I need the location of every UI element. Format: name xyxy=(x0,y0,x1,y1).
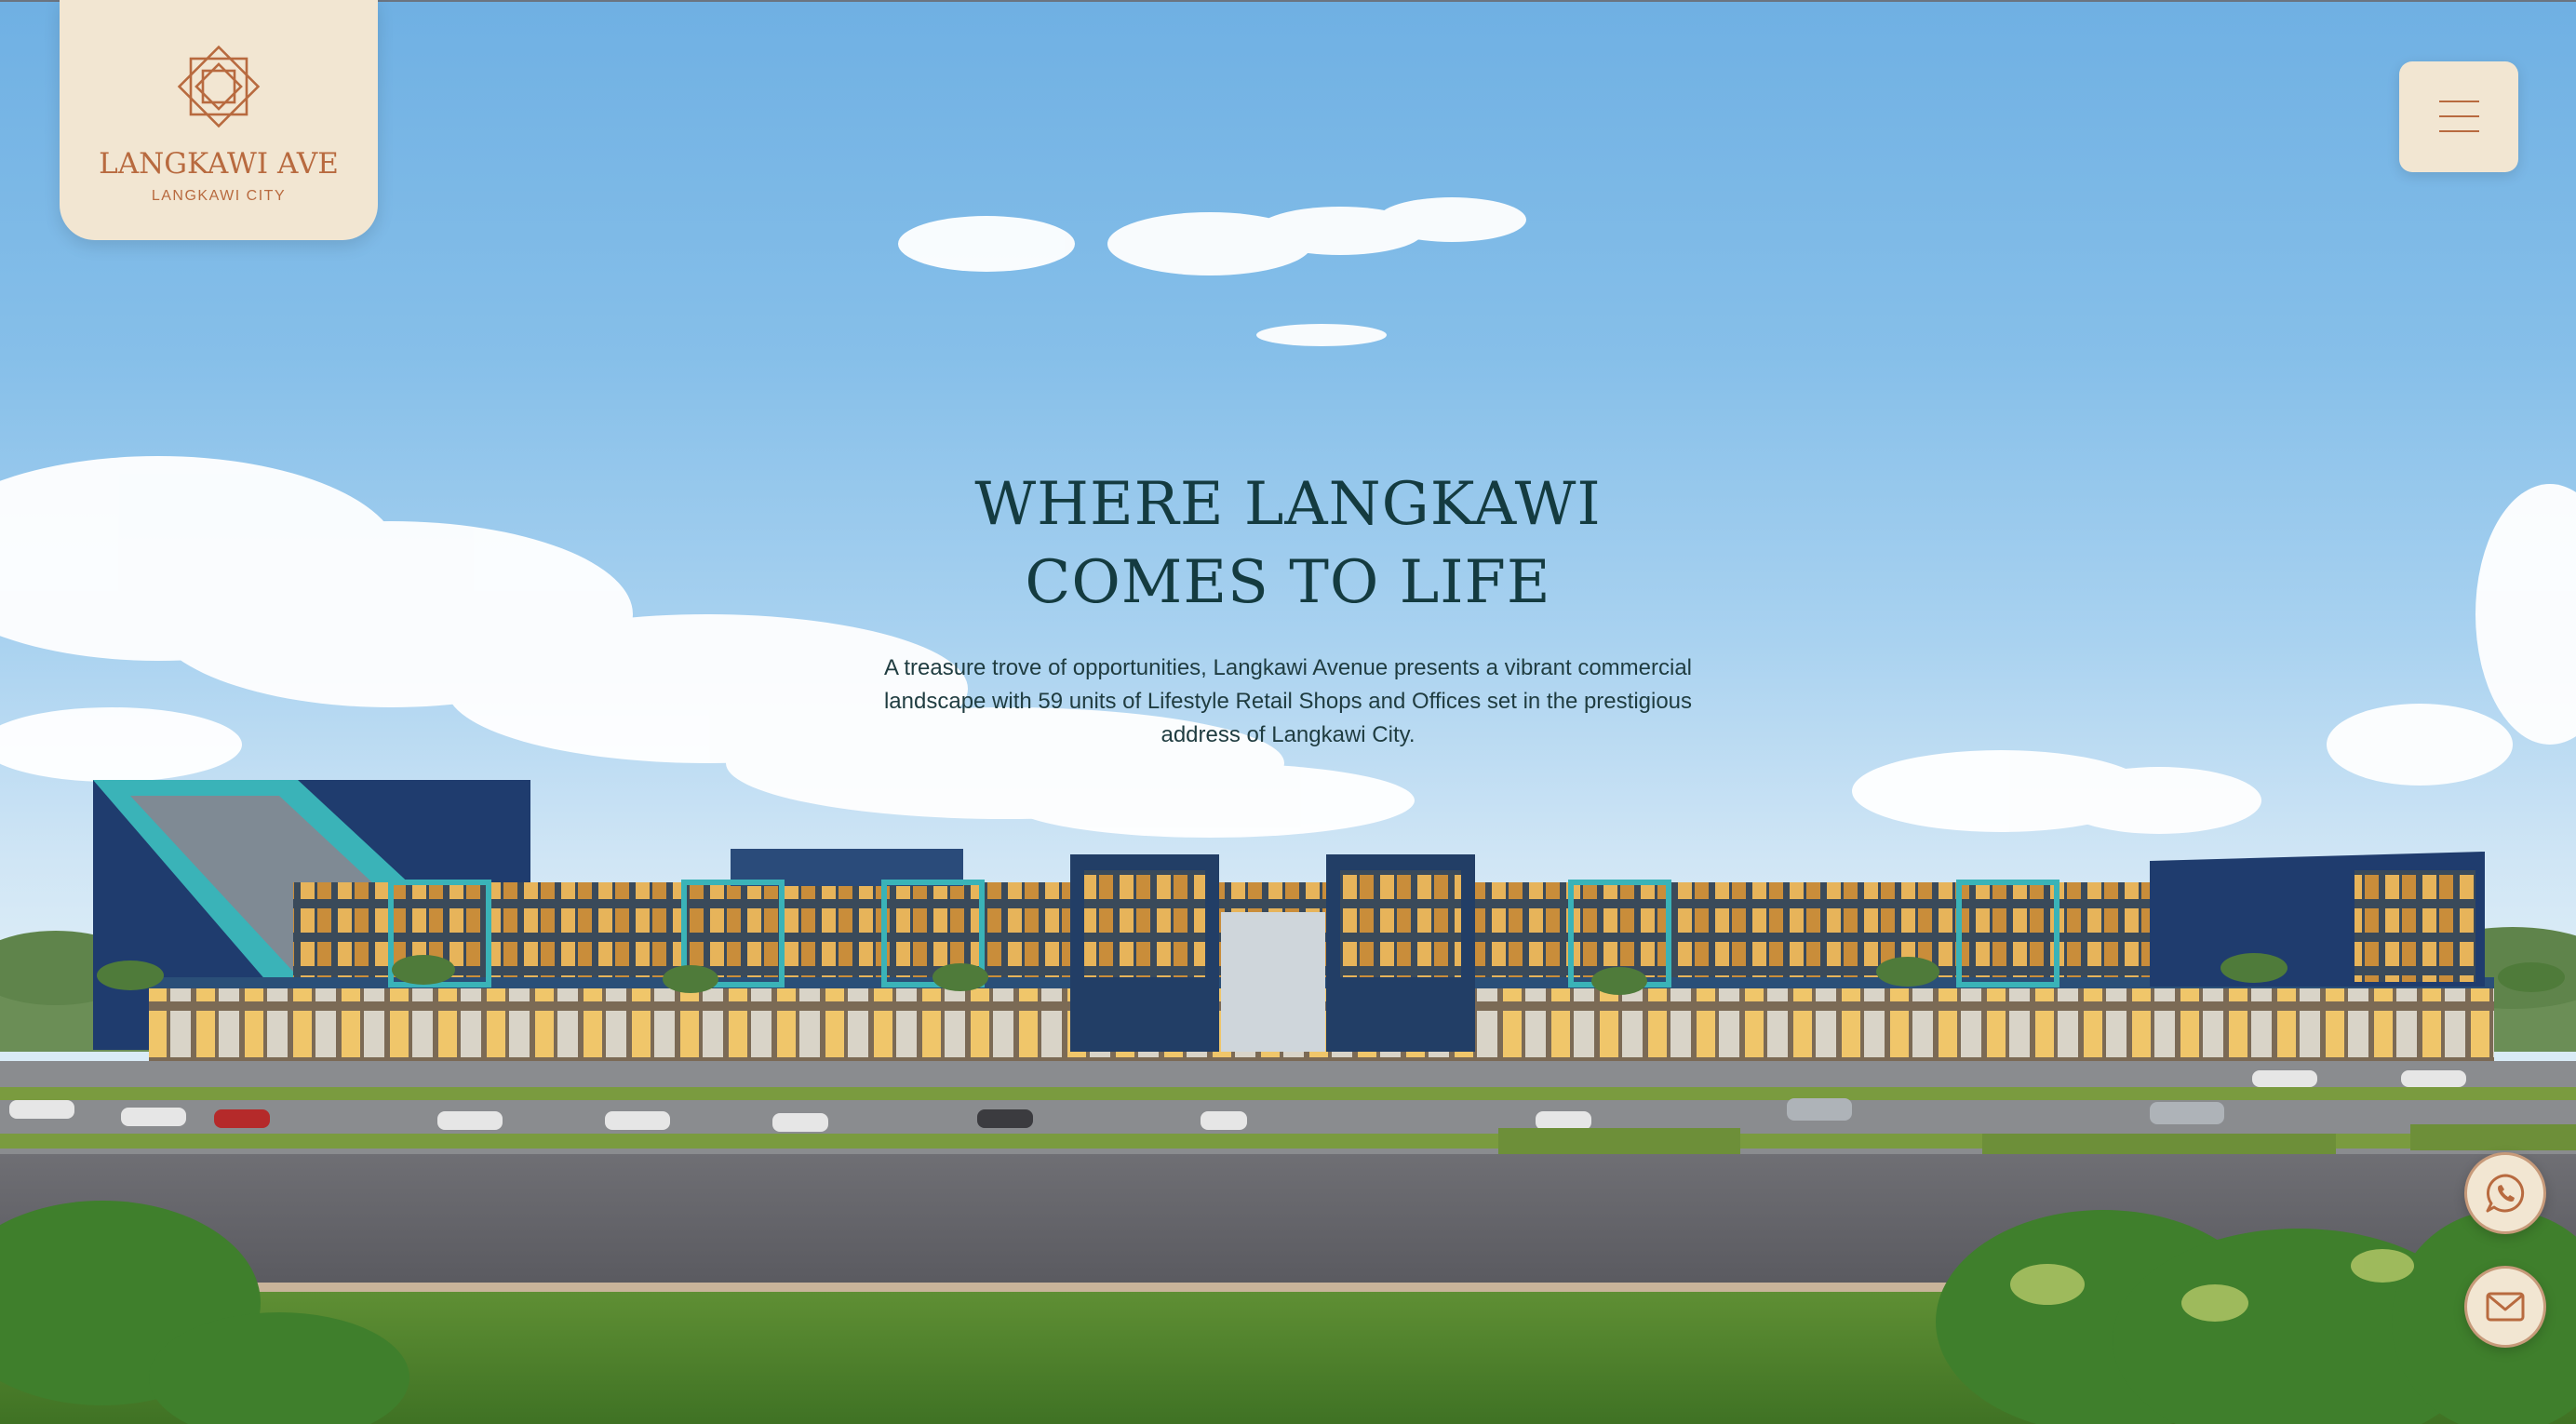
hero-description: A treasure trove of opportunities, Langk… xyxy=(883,655,1693,747)
hero-title-line-1: WHERE LANGKAWI xyxy=(974,470,1602,539)
whatsapp-icon xyxy=(2486,1174,2525,1213)
star-knot-icon xyxy=(177,45,261,128)
mail-icon xyxy=(2486,1292,2525,1322)
brand-subtitle: LANGKAWI CITY xyxy=(151,188,287,204)
top-border xyxy=(0,0,2576,2)
whatsapp-button[interactable] xyxy=(2464,1152,2546,1234)
menu-button[interactable] xyxy=(2399,61,2518,172)
email-button[interactable] xyxy=(2464,1266,2546,1348)
hero-title-line-2: COMES TO LIFE xyxy=(1025,548,1551,617)
hero-page: LANGKAWI AVE LANGKAWI CITY WHERE LANGKAW… xyxy=(0,0,2576,1424)
hero-title: WHERE LANGKAWI COMES TO LIFE xyxy=(823,465,1753,622)
brand-name: LANGKAWI AVE xyxy=(99,147,339,181)
brand-logo-card[interactable]: LANGKAWI AVE LANGKAWI CITY xyxy=(60,0,378,240)
